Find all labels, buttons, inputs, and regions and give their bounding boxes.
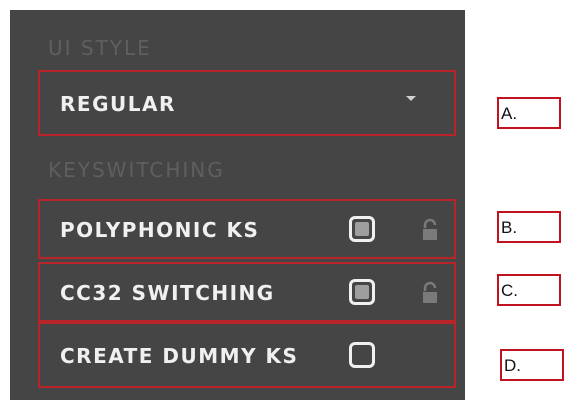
callout-a: A. [497,97,561,129]
open-lock-icon[interactable] [421,218,443,242]
chevron-down-icon [406,96,416,101]
open-lock-icon[interactable] [421,281,443,305]
polyphonic-ks-row: POLYPHONIC KS [38,199,456,259]
create-dummy-ks-checkbox[interactable] [349,342,375,368]
cc32-switching-row: CC32 SWITCHING [38,262,456,322]
callout-b: B. [497,211,561,243]
polyphonic-ks-label: POLYPHONIC KS [60,218,260,242]
checkbox-fill [355,285,369,299]
create-dummy-ks-label: CREATE DUMMY KS [60,344,299,368]
settings-panel: UI STYLE REGULAR KEYSWITCHING POLYPHONIC… [10,10,465,400]
ui-style-selected-value: REGULAR [60,92,176,116]
create-dummy-ks-row: CREATE DUMMY KS [38,322,456,388]
cc32-switching-label: CC32 SWITCHING [60,281,275,305]
ui-style-section-title: UI STYLE [48,36,152,60]
callout-d: D. [500,349,564,381]
polyphonic-ks-checkbox[interactable] [349,216,375,242]
keyswitching-section-title: KEYSWITCHING [48,158,225,182]
ui-style-dropdown[interactable]: REGULAR [38,70,456,136]
cc32-switching-checkbox[interactable] [349,279,375,305]
callout-c: C. [497,274,561,306]
checkbox-fill [355,222,369,236]
